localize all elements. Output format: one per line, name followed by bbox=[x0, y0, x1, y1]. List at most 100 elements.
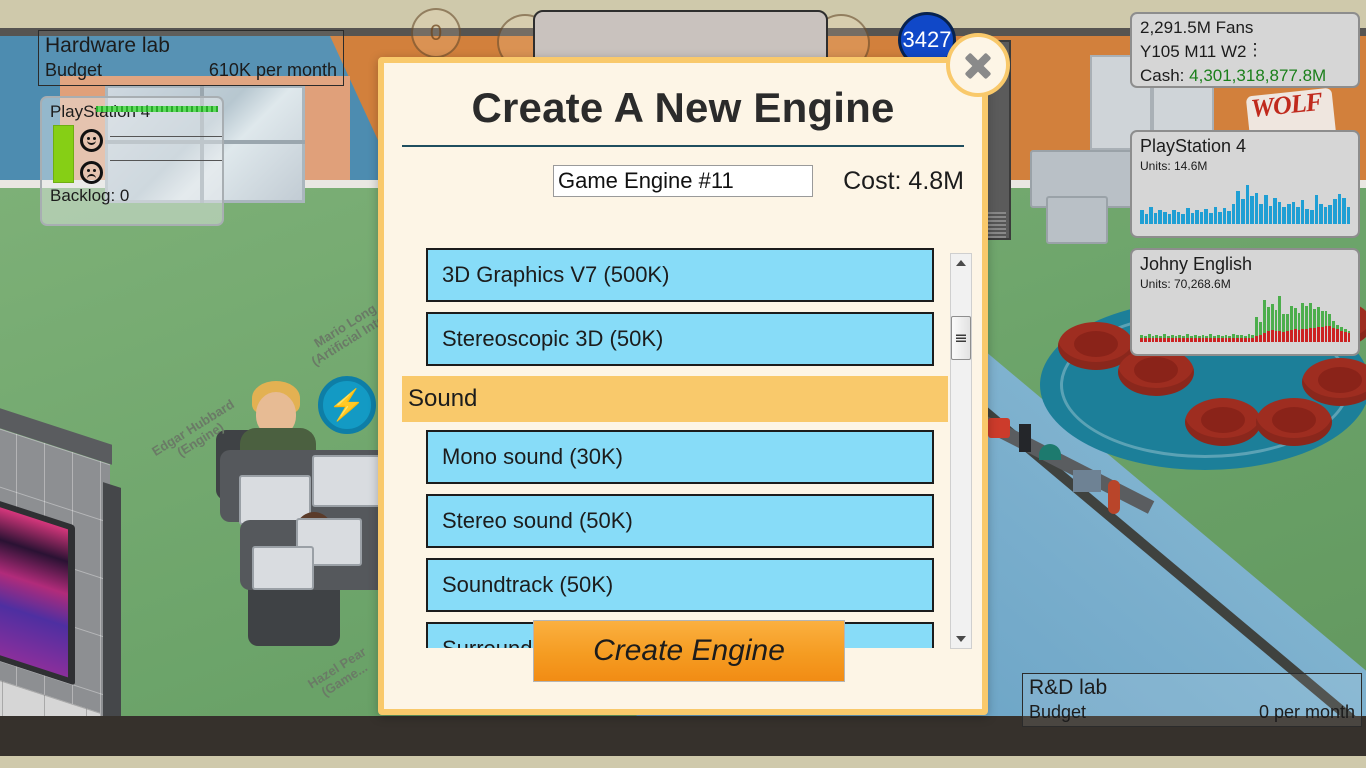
menu-dots-icon[interactable]: ⋮ bbox=[1246, 41, 1263, 58]
feature-item[interactable]: 3D Graphics V7 (500K) bbox=[426, 248, 934, 302]
chart-bar-segment bbox=[1312, 328, 1316, 342]
chart-bar bbox=[1287, 203, 1291, 224]
chart-bar bbox=[1204, 209, 1208, 224]
engine-bolt-badge[interactable]: ⚡ bbox=[318, 376, 376, 434]
chart-bar bbox=[1241, 199, 1245, 224]
chart-bar bbox=[1166, 296, 1170, 342]
chart-bar-segment bbox=[1213, 337, 1216, 342]
chart-bar bbox=[1239, 296, 1243, 342]
chart-bar bbox=[1314, 194, 1319, 224]
chart-bar-segment bbox=[1339, 330, 1343, 342]
chart-bar-segment bbox=[1236, 337, 1239, 342]
chart-bar bbox=[1268, 205, 1273, 224]
rd-lab-panel[interactable]: R&D lab Budget 0 per month bbox=[1022, 673, 1362, 727]
chart-panel-johny-english[interactable]: Johny English Units: 70,268.6M bbox=[1130, 248, 1360, 356]
scroll-up-button[interactable] bbox=[951, 254, 971, 272]
chart-bar bbox=[1172, 210, 1176, 224]
rd-lab-budget-label: Budget bbox=[1029, 702, 1087, 722]
chart-bar bbox=[1181, 213, 1185, 224]
chart-bar-segment bbox=[1282, 313, 1286, 332]
engine-name-row: Cost: 4.8M bbox=[384, 165, 982, 197]
hardware-lab-budget-row: Budget 610K per month bbox=[45, 58, 337, 82]
beanbag bbox=[1256, 398, 1332, 446]
chart-bar-segment bbox=[1216, 337, 1220, 342]
hardware-lab-budget-label: Budget bbox=[45, 60, 103, 80]
rd-lab-budget-row: Budget 0 per month bbox=[1029, 700, 1355, 724]
chart-bar-segment bbox=[1239, 337, 1243, 342]
hardware-lab-panel[interactable]: Hardware lab Budget 610K per month bbox=[38, 30, 344, 86]
chart-bar bbox=[1259, 203, 1264, 224]
feature-list-scrollbar[interactable] bbox=[950, 253, 972, 649]
feature-list-viewport: 3D Graphics V7 (500K) Stereoscopic 3D (50… bbox=[402, 248, 976, 648]
chart-bar bbox=[1205, 296, 1209, 342]
cash-value: 4,301,318,877.8M bbox=[1189, 66, 1327, 85]
chart-bar-segment bbox=[1332, 320, 1336, 329]
chart-bar bbox=[1140, 210, 1144, 224]
chart-bar-segment bbox=[1336, 329, 1339, 342]
close-dialog-button[interactable] bbox=[946, 33, 1010, 97]
feature-item[interactable]: Mono sound (30K) bbox=[426, 430, 934, 484]
dialog-title: Create A New Engine bbox=[471, 84, 895, 131]
chart-bar-segment bbox=[1309, 328, 1312, 342]
console-status-panel[interactable]: PlayStation 4 Backlog: 0 bbox=[40, 96, 224, 226]
chart-bar bbox=[1332, 296, 1336, 342]
chart-bar-segment bbox=[1220, 337, 1224, 342]
feature-label: Soundtrack (50K) bbox=[442, 572, 614, 597]
fans-stat: 2,291.5M Fans bbox=[1140, 18, 1254, 37]
chart-panel-playstation-4[interactable]: PlayStation 4 Units: 14.6M bbox=[1130, 130, 1360, 238]
chart-bar-segment bbox=[1193, 337, 1197, 342]
feature-item[interactable]: Stereoscopic 3D (50K) bbox=[426, 312, 934, 366]
chart-bar bbox=[1162, 212, 1167, 224]
chart-bar bbox=[1301, 296, 1305, 342]
up-arrow-icon bbox=[956, 260, 966, 266]
chart-bar bbox=[1153, 212, 1158, 224]
console-backlog-label: Backlog: 0 bbox=[50, 186, 130, 205]
chart-bar-segment bbox=[1278, 330, 1282, 342]
player-stats-panel[interactable]: 2,291.5M Fans Y105 M11 W2⋮ Cash: 4,301,3… bbox=[1130, 12, 1360, 88]
engine-name-input[interactable] bbox=[553, 165, 813, 197]
chart-bar-segment bbox=[1305, 329, 1309, 342]
chart-bar bbox=[1151, 296, 1155, 342]
chart-bar bbox=[1176, 212, 1181, 224]
chart-bar-segment bbox=[1189, 337, 1193, 342]
chart-bar-segment bbox=[1228, 337, 1232, 342]
chart-bar-segment bbox=[1316, 307, 1320, 328]
chart-bar-segment bbox=[1159, 337, 1163, 342]
feature-category-header[interactable]: Sound bbox=[402, 376, 948, 422]
chart-bar bbox=[1289, 296, 1293, 342]
chart-bar bbox=[1220, 296, 1224, 342]
chart-bar bbox=[1158, 210, 1162, 224]
scrollbar-thumb[interactable] bbox=[951, 316, 971, 360]
chart-bar bbox=[1266, 296, 1270, 342]
scroll-down-button[interactable] bbox=[951, 630, 971, 648]
chart-bar bbox=[1346, 207, 1351, 224]
chart-bar bbox=[1278, 296, 1282, 342]
counter-badge-zero[interactable]: 0 bbox=[411, 8, 461, 58]
console-panel-title: PlayStation 4 bbox=[50, 102, 150, 121]
figurine-red-box bbox=[988, 418, 1010, 438]
chart-bar-segment bbox=[1347, 332, 1351, 342]
figurine-green bbox=[1039, 444, 1061, 460]
chart-bar-segment bbox=[1182, 337, 1186, 342]
chart-bar bbox=[1147, 296, 1151, 342]
chart-bar bbox=[1197, 296, 1201, 342]
chart-bar bbox=[1140, 296, 1143, 342]
chart-bar bbox=[1218, 212, 1222, 224]
chart-bar-segment bbox=[1209, 337, 1213, 342]
feature-item[interactable]: Soundtrack (50K) bbox=[426, 558, 934, 612]
chart-bar bbox=[1263, 296, 1266, 342]
chart-bar bbox=[1143, 296, 1147, 342]
chart-bar bbox=[1282, 207, 1286, 224]
chart-bar-segment bbox=[1320, 310, 1324, 328]
chart-bar bbox=[1309, 296, 1312, 342]
category-label: Sound bbox=[408, 385, 478, 412]
beanbag bbox=[1185, 398, 1261, 446]
create-engine-button[interactable]: Create Engine bbox=[533, 620, 845, 682]
chart-title: Johny English bbox=[1140, 254, 1253, 274]
chart-bar-segment bbox=[1170, 337, 1174, 342]
figurine-grey-box bbox=[1073, 470, 1101, 492]
chart-bar bbox=[1324, 296, 1328, 342]
chart-bar bbox=[1174, 296, 1178, 342]
feature-item[interactable]: Stereo sound (50K) bbox=[426, 494, 934, 548]
rd-lab-title: R&D lab bbox=[1029, 676, 1108, 699]
